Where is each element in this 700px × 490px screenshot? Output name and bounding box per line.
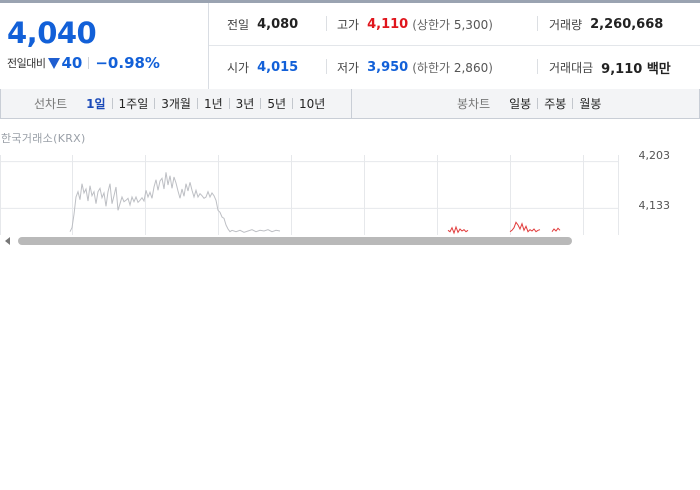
- change-divider: [88, 57, 90, 69]
- candle-tab[interactable]: 일봉: [503, 95, 537, 112]
- summary-row-1: 전일 4,080 고가 4,110 (상한가 5,300) 거래량 2,260,…: [209, 3, 700, 46]
- low-value: 3,950: [367, 59, 409, 75]
- scroll-left-icon[interactable]: [5, 237, 10, 245]
- y-tick-label: 4,133: [639, 199, 671, 212]
- change-label: 전일대비: [7, 57, 46, 70]
- price-box: 4,040 전일대비 40 −0.98%: [0, 3, 209, 89]
- line-tab[interactable]: 1일: [80, 95, 111, 112]
- high-value: 4,110: [367, 16, 409, 32]
- divider: [537, 16, 538, 31]
- series-line-3: [509, 221, 541, 233]
- low-label: 저가: [337, 60, 360, 75]
- change-percent: −0.98%: [95, 54, 160, 72]
- change-row: 전일대비 40 −0.98%: [7, 54, 160, 72]
- y-tick-label: 4,203: [639, 149, 671, 162]
- tab-divider: [351, 89, 352, 118]
- lower-limit: (하한가 2,860): [412, 59, 493, 76]
- series-line-0: [69, 172, 233, 233]
- series-line-2: [447, 225, 469, 235]
- amount-label: 거래대금: [549, 60, 594, 75]
- series-line-1: [231, 229, 281, 233]
- candle-tab[interactable]: 주봉: [538, 95, 572, 112]
- line-tab[interactable]: 5년: [261, 95, 292, 112]
- line-chart-title: 선차트: [34, 97, 68, 111]
- price-chart: 4,203 4,133: [0, 149, 671, 235]
- current-price: 4,040: [7, 16, 97, 50]
- open-label: 시가: [227, 60, 250, 75]
- close-paren: ): [488, 17, 493, 32]
- series-line-4: [551, 227, 561, 232]
- divider: [537, 59, 538, 74]
- high-label: 고가: [337, 17, 360, 32]
- prev-close-value: 4,080: [257, 16, 299, 32]
- candle-chart-tabs: 봉차트 일봉 주봉 월봉: [457, 89, 607, 118]
- prev-close-cell: 전일 4,080: [227, 3, 298, 45]
- chart-scrollbar[interactable]: [0, 235, 700, 247]
- line-tab[interactable]: 3년: [230, 95, 261, 112]
- line-chart-tabs: 선차트 1일 1주일 3개월 1년 3년 5년 10년: [34, 89, 331, 118]
- divider: [326, 59, 327, 74]
- line-tab[interactable]: 1년: [198, 95, 229, 112]
- lower-limit-value: 2,860: [453, 60, 489, 75]
- divider: [326, 16, 327, 31]
- upper-limit-label: (상한가: [412, 17, 451, 32]
- chart-lines: [69, 172, 561, 235]
- down-triangle-icon: [48, 57, 61, 69]
- open-value: 4,015: [257, 59, 299, 75]
- scrollbar-thumb[interactable]: [18, 237, 572, 245]
- upper-limit-value: 5,300: [453, 17, 489, 32]
- line-tab[interactable]: 3개월: [155, 95, 197, 112]
- amount-value: 9,110 백만: [601, 61, 671, 77]
- candle-tab[interactable]: 월봉: [573, 95, 607, 112]
- close-paren: ): [488, 60, 493, 75]
- quote-summary: 4,040 전일대비 40 −0.98% 전일 4,080 고가 4,110 (…: [0, 3, 700, 90]
- line-tab[interactable]: 10년: [293, 95, 331, 112]
- candle-chart-title: 봉차트: [457, 97, 491, 111]
- change-value: 40: [61, 54, 83, 72]
- prev-close-label: 전일: [227, 17, 250, 32]
- line-tab[interactable]: 1주일: [113, 95, 155, 112]
- lower-limit-label: (하한가: [412, 60, 451, 75]
- upper-limit: (상한가 5,300): [412, 16, 493, 33]
- volume-label: 거래량: [549, 17, 583, 32]
- volume-cell: 거래량 2,260,668: [549, 3, 663, 45]
- open-cell: 시가 4,015: [227, 46, 298, 88]
- summary-row-2: 시가 4,015 저가 3,950 (하한가 2,860) 거래대금 9,110…: [209, 46, 700, 88]
- data-source: 한국거래소(KRX): [1, 132, 86, 145]
- high-cell: 고가 4,110 (상한가 5,300): [337, 3, 493, 45]
- amount-cell: 거래대금 9,110 백만: [549, 46, 671, 88]
- volume-value: 2,260,668: [590, 16, 664, 32]
- low-cell: 저가 3,950 (하한가 2,860): [337, 46, 493, 88]
- chart-tab-bar: 선차트 1일 1주일 3개월 1년 3년 5년 10년 봉차트 일봉 주봉 월봉: [0, 89, 700, 119]
